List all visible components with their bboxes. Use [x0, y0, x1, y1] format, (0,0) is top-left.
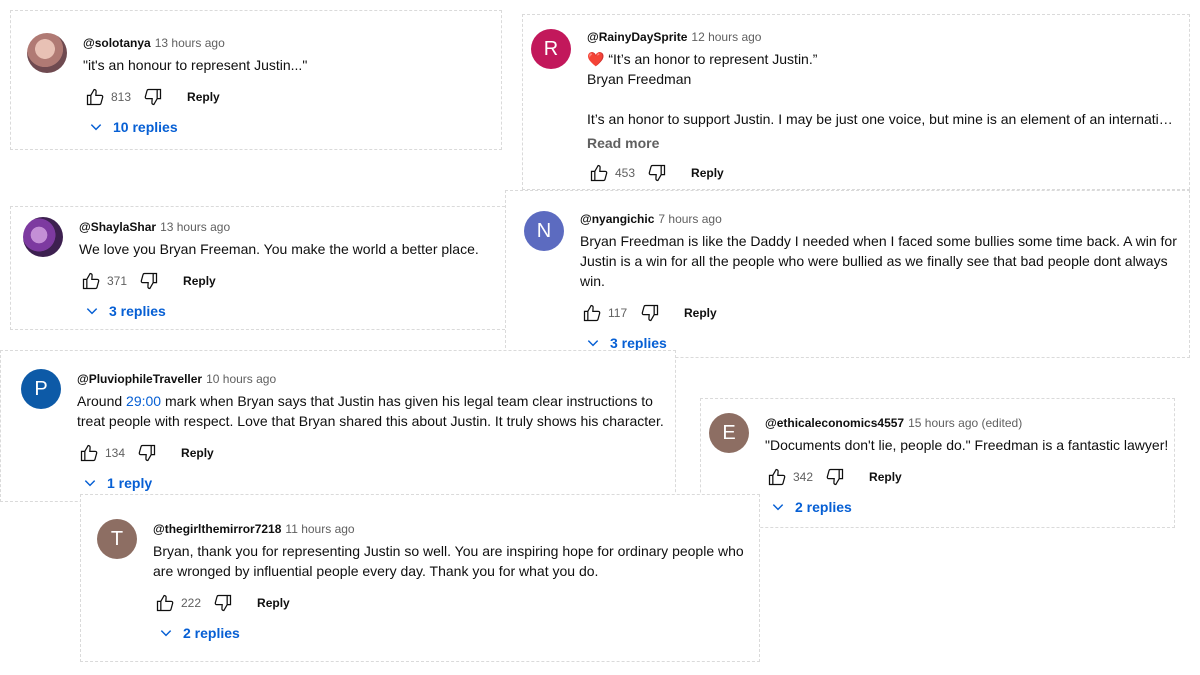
comment-line: It’s an honor to support Justin. I may b… [587, 111, 1179, 127]
avatar[interactable]: E [709, 413, 749, 453]
dislike-icon[interactable] [211, 591, 235, 615]
comment-text: Bryan Freedman is like the Daddy I neede… [580, 233, 1177, 289]
like-icon[interactable] [587, 161, 611, 185]
reply-button[interactable]: Reply [257, 596, 290, 610]
like-count: 453 [615, 166, 636, 180]
comment-card-nyangichic: N @nyangichic 7 hours ago Bryan Freedman … [505, 190, 1190, 358]
comment-text-part: Around [77, 393, 127, 409]
like-count: 222 [181, 596, 202, 610]
reply-button[interactable]: Reply [187, 90, 220, 104]
author-name[interactable]: @thegirlthemirror7218 [153, 522, 281, 536]
avatar[interactable]: P [21, 369, 61, 409]
author-name[interactable]: @nyangichic [580, 212, 654, 226]
heart-icon: ❤️ [587, 51, 605, 67]
avatar[interactable]: R [531, 29, 571, 69]
avatar-letter: P [34, 377, 48, 400]
like-count: 342 [793, 470, 814, 484]
avatar[interactable] [23, 217, 63, 257]
comment-card-shaylashar: @ShaylaShar 13 hours ago We love you Brya… [10, 206, 510, 330]
comment-time[interactable]: 15 hours ago (edited) [908, 416, 1022, 430]
view-replies-button[interactable]: 2 replies [771, 499, 1170, 515]
like-count: 117 [608, 306, 628, 320]
like-icon[interactable] [77, 441, 101, 465]
reply-button[interactable]: Reply [181, 446, 214, 460]
replies-label: 10 replies [113, 119, 178, 135]
comment-text: Bryan, thank you for representing Justin… [153, 543, 744, 579]
replies-label: 3 replies [109, 303, 166, 319]
like-icon[interactable] [765, 465, 789, 489]
view-replies-button[interactable]: 2 replies [159, 625, 753, 641]
comment-text: We love you Bryan Freeman. You make the … [79, 241, 479, 257]
like-count: 134 [105, 446, 126, 460]
dislike-icon[interactable] [141, 85, 165, 109]
reply-button[interactable]: Reply [183, 274, 216, 288]
chevron-down-icon [86, 308, 98, 315]
like-icon[interactable] [79, 269, 103, 293]
chevron-down-icon [84, 480, 96, 487]
avatar-letter: T [110, 527, 124, 550]
comment-text: "it's an honour to represent Justin..." [83, 57, 308, 73]
comment-card-rainydaysprite: R @RainyDaySprite 12 hours ago ❤️ “It’s a… [522, 14, 1190, 190]
comment-card-ethicaleconomics: E @ethicaleconomics4557 15 hours ago (edi… [700, 398, 1175, 528]
view-replies-button[interactable]: 3 replies [85, 303, 499, 319]
comment-card-thegirlthemirror: T @thegirlthemirror7218 11 hours ago Brya… [80, 494, 760, 662]
avatar-letter: E [722, 421, 736, 444]
author-name[interactable]: @PluviophileTraveller [77, 372, 202, 386]
like-count: 813 [111, 90, 132, 104]
read-more-button[interactable]: Read more [587, 135, 1183, 151]
author-name[interactable]: @ShaylaShar [79, 220, 156, 234]
avatar-letter: N [536, 219, 552, 242]
like-icon[interactable] [153, 591, 177, 615]
chevron-down-icon [587, 340, 599, 347]
like-count: 371 [107, 274, 128, 288]
dislike-icon[interactable] [135, 441, 159, 465]
author-name[interactable]: @ethicaleconomics4557 [765, 416, 904, 430]
author-name[interactable]: @solotanya [83, 36, 151, 50]
dislike-icon[interactable] [638, 301, 662, 325]
comment-text: "Documents don't lie, people do." Freedm… [765, 437, 1169, 453]
author-name[interactable]: @RainyDaySprite [587, 30, 687, 44]
avatar[interactable]: N [524, 211, 564, 251]
chevron-down-icon [160, 630, 172, 637]
like-icon[interactable] [83, 85, 107, 109]
view-replies-button[interactable]: 3 replies [586, 335, 1180, 351]
dislike-icon[interactable] [823, 465, 847, 489]
view-replies-button[interactable]: 1 reply [83, 475, 671, 491]
view-replies-button[interactable]: 10 replies [89, 119, 493, 135]
timestamp-link[interactable]: 29:00 [126, 393, 161, 409]
comment-line: “It’s an honor to represent Justin.” [608, 51, 818, 67]
chevron-down-icon [772, 504, 784, 511]
comment-text: ❤️ “It’s an honor to represent Justin.” … [587, 49, 1183, 129]
reply-button[interactable]: Reply [691, 166, 724, 180]
comment-time[interactable]: 7 hours ago [658, 212, 721, 226]
comment-time[interactable]: 13 hours ago [155, 36, 225, 50]
comment-text-part: mark when Bryan says that Justin has giv… [77, 393, 664, 429]
like-icon[interactable] [580, 301, 604, 325]
reply-button[interactable]: Reply [869, 470, 902, 484]
dislike-icon[interactable] [645, 161, 669, 185]
avatar[interactable]: T [97, 519, 137, 559]
comment-time[interactable]: 12 hours ago [691, 30, 761, 44]
replies-label: 1 reply [107, 475, 153, 491]
chevron-down-icon [90, 124, 102, 131]
avatar[interactable] [27, 33, 67, 73]
avatar-letter: R [543, 37, 559, 60]
replies-label: 2 replies [183, 625, 240, 641]
replies-label: 3 replies [610, 335, 667, 351]
comment-line: Bryan Freedman [587, 71, 692, 87]
comment-text: Around 29:00 mark when Bryan says that J… [77, 391, 671, 431]
comment-time[interactable]: 11 hours ago [285, 522, 354, 536]
comment-card-pluviophiletraveller: P @PluviophileTraveller 10 hours ago Arou… [0, 350, 676, 502]
reply-button[interactable]: Reply [684, 306, 717, 320]
dislike-icon[interactable] [137, 269, 161, 293]
comment-time[interactable]: 13 hours ago [160, 220, 230, 234]
comment-time[interactable]: 10 hours ago [206, 372, 276, 386]
replies-label: 2 replies [795, 499, 852, 515]
comment-card-solotanya: @solotanya 13 hours ago "it's an honour t… [10, 10, 502, 150]
